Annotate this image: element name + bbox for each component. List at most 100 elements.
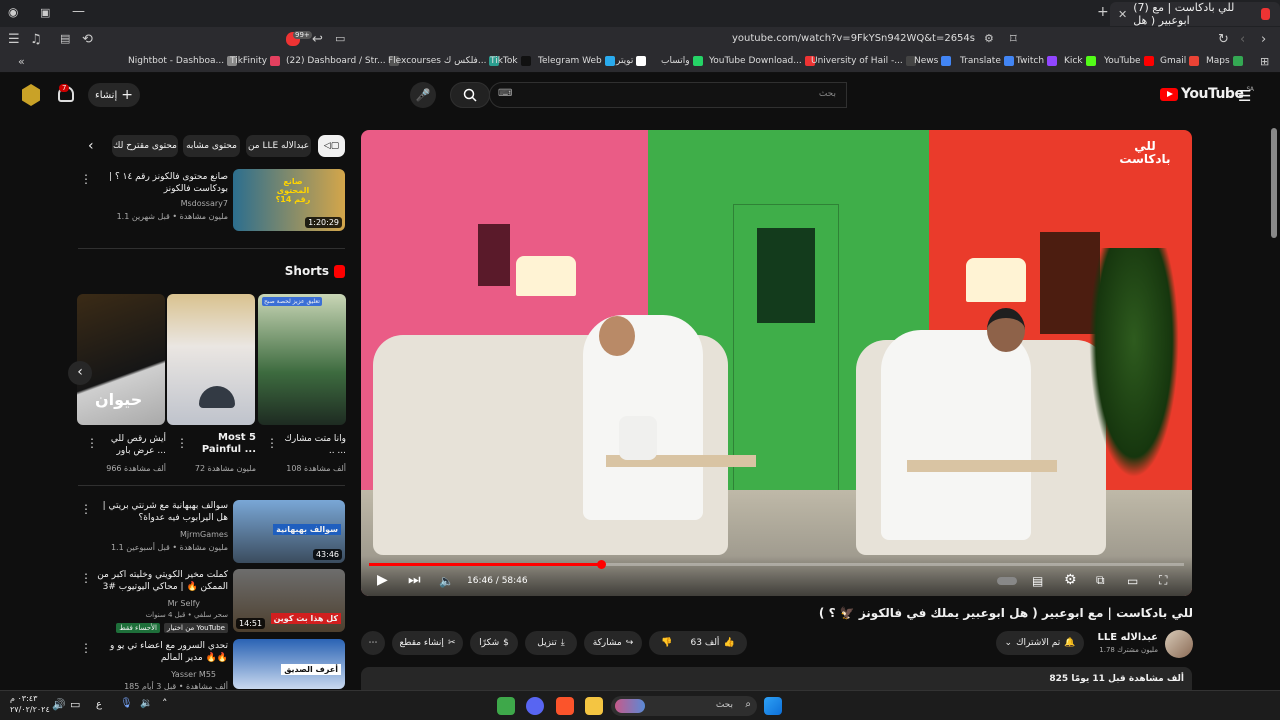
short-thumbnail[interactable]: تعليق عزيز لحصة صبح — [258, 294, 346, 425]
more-options-icon[interactable]: ⋮ — [80, 641, 92, 655]
shorts-prev-button[interactable]: ‹ — [68, 361, 92, 385]
file-explorer-icon[interactable] — [585, 697, 603, 715]
bookmark-item[interactable]: YouTube Download... — [709, 56, 815, 66]
bookmark-item[interactable]: University of Hail -... — [811, 56, 916, 66]
bookmark-item[interactable]: TikFinity — [230, 56, 281, 66]
channel-name[interactable]: LLE عبدالاله — [1098, 632, 1158, 643]
music-icon[interactable]: ♫ — [30, 33, 42, 46]
history-icon[interactable]: ◉ — [8, 6, 18, 18]
progress-scrubber[interactable] — [597, 560, 607, 569]
volume-icon[interactable]: 🔈 — [439, 574, 454, 588]
bookmark-item[interactable]: Maps — [1206, 56, 1243, 66]
bookmark-item[interactable]: واتساب — [661, 56, 703, 66]
voice-search-button[interactable]: 🎤 — [410, 82, 436, 108]
more-options-icon[interactable]: ⋮ — [80, 172, 92, 186]
apps-grid-icon[interactable]: ⊞ — [1260, 56, 1269, 67]
chips-prev-icon[interactable]: ‹ — [88, 138, 94, 154]
bookmark-item[interactable]: Gmail — [1160, 56, 1200, 66]
thanks-button[interactable]: شكرًا $ — [470, 631, 518, 655]
autoplay-toggle[interactable] — [997, 577, 1017, 585]
search-input[interactable]: بحث ⌨ — [489, 82, 847, 108]
progress-track[interactable] — [369, 560, 1184, 569]
bookmark-item[interactable]: Telegram Web — [538, 56, 615, 66]
related-title[interactable]: صانع محتوى فالكونز رقم ١٤ ؟ | بودكاست فا… — [92, 171, 228, 195]
related-thumbnail[interactable]: صانع المحتوى رقم 14؟ 1:20:29 — [233, 169, 345, 231]
short-title[interactable]: وانا متت مشارك .. ... — [280, 433, 346, 457]
guide-menu-icon[interactable]: ☰ — [1238, 87, 1251, 105]
play-icon[interactable]: ▶ — [377, 572, 388, 588]
restore-window-icon[interactable]: ▣ — [40, 7, 50, 18]
menu-icon[interactable]: ☰ — [8, 33, 20, 46]
wallet-icon[interactable]: ▤ — [60, 33, 70, 44]
related-title[interactable]: سوالف بهبهانية مع شرنتي بريتي | هل اليرا… — [92, 500, 228, 524]
bookmark-item[interactable]: Nightbot - Dashboa... — [128, 56, 238, 66]
more-options-icon[interactable]: ⋮ — [176, 436, 188, 450]
fullscreen-icon[interactable]: ⛶ — [1159, 573, 1167, 588]
keyboard-icon[interactable]: ⌨ — [498, 88, 512, 99]
reload-icon[interactable]: ↻ — [1218, 33, 1229, 46]
clip-button[interactable]: إنشاء مقطع ✂ — [392, 631, 463, 655]
dislike-icon[interactable]: 👎 — [661, 638, 672, 648]
share-button[interactable]: مشاركة ↪ — [584, 631, 642, 655]
more-options-icon[interactable]: ⋮ — [86, 436, 98, 450]
volume-tray-icon[interactable]: 🔊 — [52, 698, 66, 711]
search-button[interactable] — [450, 82, 490, 108]
tray-expand-icon[interactable]: ˄ — [162, 697, 168, 710]
short-thumbnail[interactable]: حيوان — [77, 294, 165, 425]
video-player[interactable]: للي بادكاست ▶ ⏭ 🔈 16:46 / 58:46 ▤ ⚙ ⧉ ▭ … — [361, 130, 1192, 596]
windows-start-icon[interactable] — [764, 697, 782, 715]
clock[interactable]: ٠٣:٤٣ م ٢٧/٠٢/٢٠٢٤ — [10, 693, 50, 715]
taskbar-search[interactable]: بحث ⌕ — [611, 696, 757, 716]
speaker-tray-icon[interactable]: 🔉 — [140, 698, 152, 709]
bookmark-item[interactable]: YouTube — [1104, 56, 1154, 66]
related-title[interactable]: تحدي السرور مع اعضاء تي يو و مدير المالم… — [92, 640, 228, 664]
like-count[interactable]: 63 ألف — [691, 638, 720, 648]
related-channel[interactable]: MjrmGames — [180, 530, 228, 539]
mic-tray-icon[interactable]: 🎙 — [120, 698, 133, 709]
more-options-icon[interactable]: ⋮ — [266, 436, 278, 450]
related-title[interactable]: كملت مخير الكويتي وخليته اكبر من الممكن … — [92, 569, 228, 593]
active-tab[interactable]: ✕ (7) للي بادكاست | مع ابوعبير ( هل — [1110, 1, 1280, 27]
tab-close-icon[interactable]: ✕ — [1118, 8, 1127, 21]
short-title[interactable]: أيش رقص للي عرض باور ... — [100, 433, 166, 457]
more-options-icon[interactable]: ⋮ — [80, 502, 92, 516]
related-thumbnail[interactable]: سوالف بهبهانية 43:46 — [233, 500, 345, 563]
forward-icon[interactable]: › — [1261, 33, 1266, 46]
bookmarks-expand-icon[interactable]: « — [18, 56, 25, 67]
bookmark-item[interactable]: TikTok — [490, 56, 531, 66]
site-settings-icon[interactable]: ⚙ — [984, 33, 994, 44]
brave-browser-icon[interactable] — [556, 697, 574, 715]
theater-mode-icon[interactable]: ▭ — [1127, 574, 1138, 588]
next-icon[interactable]: ⏭ — [408, 572, 421, 588]
short-title[interactable]: Most 5 Painful ... — [190, 432, 256, 456]
channel-avatar[interactable] — [1165, 630, 1193, 658]
language-indicator[interactable]: ع — [96, 699, 102, 710]
minimize-window-icon[interactable]: — — [72, 5, 85, 18]
bookmark-item[interactable]: Twitch — [1016, 56, 1058, 66]
related-thumbnail[interactable]: كل هذا بت كوين 14:51 — [233, 569, 345, 632]
display-tray-icon[interactable]: ▭ — [70, 698, 80, 711]
bookmark-item[interactable]: News — [914, 56, 952, 66]
related-channel[interactable]: Yasser M55 — [171, 670, 216, 679]
related-channel[interactable]: Msdossary7 — [181, 199, 228, 208]
chip-from-channel[interactable]: من LLE عبدالاله — [246, 135, 311, 157]
back-icon[interactable]: ‹ — [1240, 33, 1245, 46]
scrollbar-thumb[interactable] — [1271, 128, 1277, 238]
discord-icon[interactable] — [526, 697, 544, 715]
chip-suggested[interactable]: محتوى مقترح لك — [112, 135, 178, 157]
short-thumbnail[interactable] — [167, 294, 255, 425]
new-tab-icon[interactable]: + — [1097, 5, 1109, 19]
more-options-icon[interactable]: ⋮ — [80, 571, 92, 585]
bookmark-item[interactable]: Flexcourses فلكس ك... — [388, 56, 500, 66]
app-icon[interactable] — [497, 697, 515, 715]
subscribed-button[interactable]: ⌄ تم الاشتراك 🔔 — [996, 631, 1084, 655]
related-thumbnail[interactable]: أعرف الصديق — [233, 639, 345, 689]
create-button[interactable]: إنشاء + — [88, 83, 140, 107]
reader-icon[interactable]: ▭ — [335, 33, 345, 44]
scrollbar[interactable] — [1271, 118, 1277, 690]
bookmark-item[interactable]: Translate — [960, 56, 1014, 66]
more-actions-button[interactable]: ⋯ — [361, 631, 385, 655]
related-channel[interactable]: Mr Selfy — [168, 599, 200, 608]
bookmark-item[interactable]: تويتر — [616, 56, 647, 66]
subtitles-icon[interactable]: ▤ — [1032, 574, 1043, 588]
